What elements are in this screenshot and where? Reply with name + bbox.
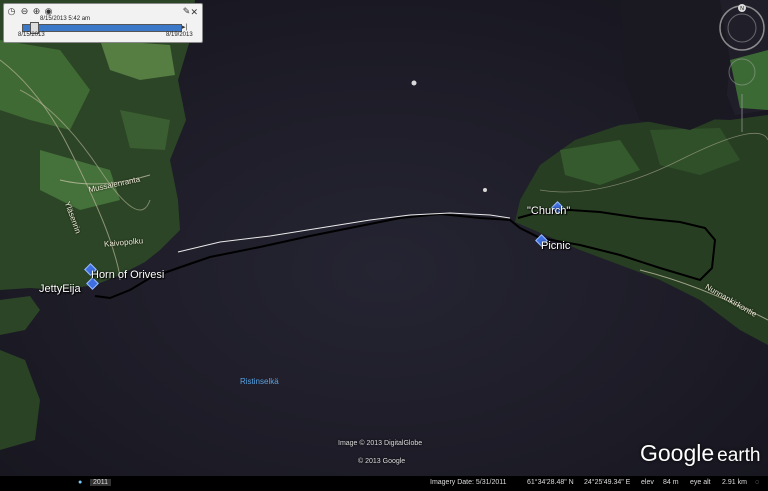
current-time: 8/15/2013 5:42 am — [40, 16, 91, 22]
elevation-label: elev — [641, 479, 654, 486]
boat-marker — [483, 188, 487, 192]
north-lake — [620, 0, 730, 130]
svg-text:N: N — [740, 6, 744, 12]
compass-icon[interactable]: N — [719, 4, 765, 51]
slider-start-date: 8/15/2013 — [18, 32, 45, 38]
play-icon[interactable]: ▸| — [182, 23, 187, 31]
imagery-credit: Image © 2013 DigitalGlobe — [338, 440, 423, 447]
placemark-label-picnic[interactable]: Picnic — [541, 240, 570, 252]
placemark-label-jetty[interactable]: JettyEija — [39, 283, 81, 295]
view-icon[interactable]: ◉ — [44, 7, 53, 16]
slider-end-date: 8/19/2013 — [166, 32, 193, 38]
google-credit: © 2013 Google — [358, 458, 406, 465]
zoom-out-icon[interactable]: ⊖ — [20, 7, 29, 16]
globe-icon[interactable]: ● — [78, 479, 82, 486]
eye-altitude: 2.91 km — [722, 479, 747, 486]
historical-year[interactable]: 2011 — [90, 479, 112, 486]
latitude: 61°34'28.48" N — [527, 479, 574, 486]
close-icon[interactable]: ✕ — [190, 7, 198, 18]
placemark-label-horn[interactable]: Horn of Orivesi — [91, 269, 164, 281]
navigation-controls: N — [719, 4, 765, 132]
zoom-in-icon[interactable]: ⊕ — [32, 7, 41, 16]
elevation: 84 m — [663, 479, 679, 486]
clock-icon[interactable]: ◷ — [7, 7, 16, 16]
placemark-label-church[interactable]: "Church" — [527, 205, 570, 217]
time-slider-track[interactable] — [22, 24, 182, 32]
imagery-date: Imagery Date: 5/31/2011 — [430, 479, 507, 486]
google-earth-logo: Google earth — [640, 440, 761, 466]
time-slider-panel: ◷ ⊖ ⊕ ◉ ✎ ✕ 8/15/2013 5:42 am ▸| 8/15/20… — [3, 3, 203, 43]
water-body-label: Ristinselkä — [240, 377, 279, 386]
streaming-icon: ◌ — [755, 479, 760, 486]
move-joystick-icon[interactable] — [728, 58, 756, 86]
boat-marker — [411, 80, 417, 86]
longitude: 24°25'49.34" E — [584, 479, 631, 486]
status-bar: ● 2011 Imagery Date: 5/31/2011 61°34'28.… — [0, 476, 768, 491]
eye-altitude-label: eye alt — [690, 479, 711, 486]
